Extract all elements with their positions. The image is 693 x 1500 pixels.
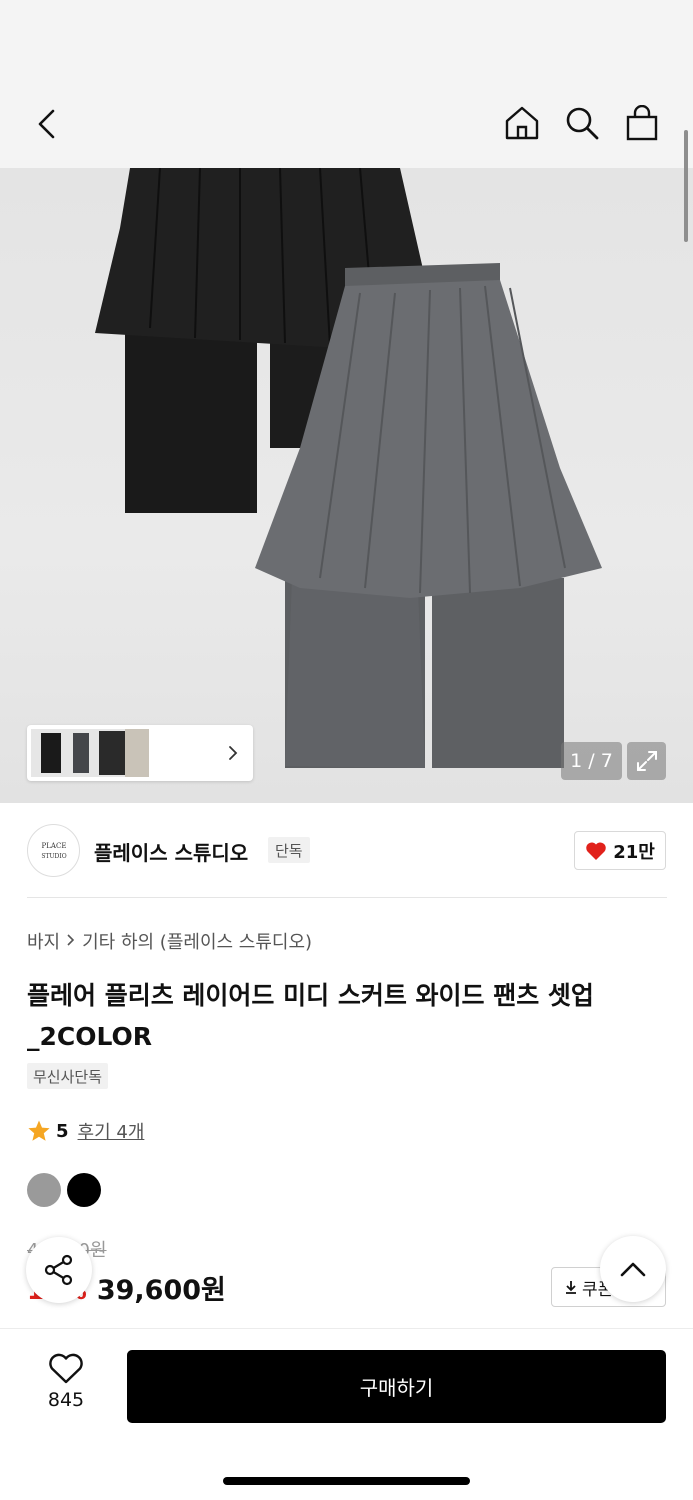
bottom-action-bar: 845 구매하기 <box>0 1328 693 1500</box>
heart-icon <box>49 1353 83 1384</box>
wishlist-count: 845 <box>47 1389 85 1411</box>
breadcrumb: 바지 기타 하의 (플레이스 스튜디오) <box>27 928 312 954</box>
product-image[interactable] <box>0 168 693 803</box>
thumbnail-images <box>31 729 149 777</box>
exclusive-badge: 무신사단독 <box>27 1063 109 1089</box>
top-app-bar <box>0 0 693 168</box>
buy-button[interactable]: 구매하기 <box>127 1350 666 1423</box>
brand-badge: 단독 <box>268 837 310 863</box>
product-photo <box>95 168 602 768</box>
rating: 5 후기 4개 <box>27 1118 144 1144</box>
review-link[interactable]: 후기 4개 <box>78 1118 145 1144</box>
breadcrumb-subcategory[interactable]: 기타 하의 (플레이스 스튜디오) <box>82 928 312 954</box>
chevron-right-icon[interactable] <box>221 741 245 765</box>
home-indicator <box>223 1477 470 1485</box>
share-button[interactable] <box>26 1237 92 1303</box>
chevron-up-icon <box>620 1262 646 1277</box>
color-swatch-grey[interactable] <box>27 1173 61 1207</box>
brand-logo[interactable]: PLACE STUDIO <box>27 824 80 877</box>
home-icon[interactable] <box>502 103 542 143</box>
color-swatch-black[interactable] <box>67 1173 101 1207</box>
heart-filled-icon <box>586 841 606 860</box>
rating-score: 5 <box>56 1120 69 1142</box>
expand-icon[interactable] <box>627 742 666 780</box>
scroll-top-button[interactable] <box>600 1236 666 1302</box>
thumbnail-strip[interactable] <box>27 725 253 781</box>
breadcrumb-category[interactable]: 바지 <box>27 928 60 954</box>
chevron-right-icon <box>66 931 76 952</box>
sale-price: 39,600원 <box>96 1275 226 1306</box>
brand-logo-mark: PLACE STUDIO <box>41 842 66 860</box>
brand-like-button[interactable]: 21만 <box>574 831 666 870</box>
image-counter: 1 / 7 <box>561 742 622 780</box>
back-icon[interactable] <box>27 104 67 144</box>
cart-icon[interactable] <box>622 103 662 143</box>
brand-name[interactable]: 플레이스 스튜디오 <box>94 837 248 866</box>
wishlist-button[interactable]: 845 <box>30 1353 102 1411</box>
svg-text:STUDIO: STUDIO <box>41 853 66 860</box>
brand-row: PLACE STUDIO 플레이스 스튜디오 단독 21만 <box>27 824 667 878</box>
product-title: 플레어 플리츠 레이어드 미디 스커트 와이드 팬츠 셋업_2COLOR <box>27 981 594 1051</box>
brand-like-count: 21만 <box>613 841 655 863</box>
search-icon[interactable] <box>562 103 602 143</box>
star-icon <box>28 1120 50 1141</box>
share-icon <box>44 1254 73 1286</box>
scroll-indicator <box>684 130 688 242</box>
divider <box>27 897 667 898</box>
svg-text:PLACE: PLACE <box>41 842 66 850</box>
download-icon <box>566 1281 576 1294</box>
